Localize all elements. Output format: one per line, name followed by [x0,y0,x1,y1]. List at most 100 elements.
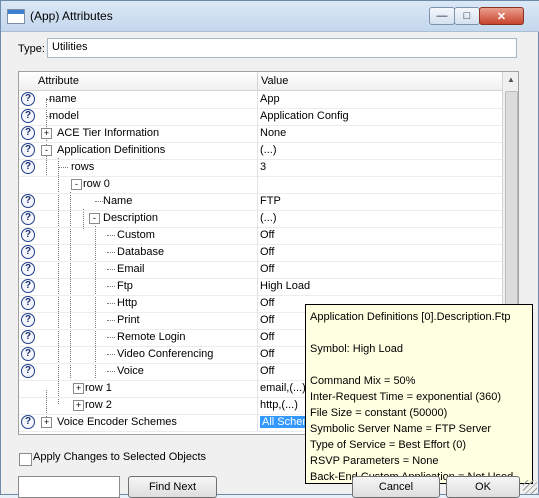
question-icon[interactable]: ? [21,347,35,361]
tooltip-server-name: Symbolic Server Name = FTP Server [310,423,492,435]
attribute-value[interactable]: Off [260,263,274,275]
type-label-text: Type: [18,43,45,55]
resize-grip[interactable] [523,480,537,494]
close-button[interactable]: ✕ [479,7,524,25]
attribute-name: Ftp [117,280,133,292]
question-icon[interactable]: ? [21,228,35,242]
question-icon[interactable]: ? [21,160,35,174]
attribute-value[interactable]: Off [260,297,274,309]
attribute-tooltip: Application Definitions [0].Description.… [305,304,533,484]
question-icon[interactable]: ? [21,109,35,123]
minimize-button[interactable]: — [429,7,455,25]
question-icon[interactable]: ? [21,262,35,276]
cell-divider [257,278,258,295]
attribute-name: Print [117,314,140,326]
attribute-value[interactable]: Off [260,365,274,377]
attribute-name: Name [103,195,133,207]
table-row[interactable]: ? - Description (...) [19,210,502,228]
attribute-value[interactable]: Application Config [260,110,349,122]
table-row[interactable]: ? + ACE Tier Information None [19,125,502,143]
plus-icon[interactable]: + [41,417,52,428]
table-row[interactable]: ? model Application Config [19,108,502,126]
cell-divider [257,329,258,346]
attribute-name: ACE Tier Information [57,127,160,139]
question-icon[interactable]: ? [21,415,35,429]
attribute-name: model [49,110,79,122]
table-row[interactable]: ? Email Off [19,261,502,279]
table-row[interactable]: ? rows 3 [19,159,502,177]
cell-divider [257,414,258,431]
attribute-value[interactable]: Off [260,348,274,360]
table-row[interactable]: ? Name FTP [19,193,502,211]
attribute-value[interactable]: None [260,127,286,139]
attribute-name: Application Definitions [57,144,166,156]
question-icon[interactable]: ? [21,245,35,259]
tree-branch [107,252,115,254]
cell-divider [257,380,258,397]
attribute-name: Video Conferencing [117,348,214,360]
attribute-value[interactable]: FTP [260,195,281,207]
question-icon[interactable]: ? [21,194,35,208]
question-icon[interactable]: ? [21,143,35,157]
attribute-value[interactable]: (...) [260,144,277,156]
cell-divider [257,210,258,227]
table-row[interactable]: ? Database Off [19,244,502,262]
question-icon[interactable]: ? [21,211,35,225]
attribute-value[interactable]: (...) [260,212,277,224]
attribute-name: Voice Encoder Schemes [57,416,177,428]
attribute-name: Http [117,297,138,309]
tree-branch [107,371,115,373]
cell-divider [257,346,258,363]
plus-icon[interactable]: + [73,400,84,411]
cell-divider [257,244,258,261]
attribute-name: rows [71,161,95,173]
table-row[interactable]: ? - Application Definitions (...) [19,142,502,160]
attribute-value[interactable]: Off [260,331,274,343]
apply-checkbox-label[interactable]: Apply Changes to Selected Objects [33,451,206,463]
cell-divider [257,312,258,329]
question-icon[interactable]: ? [21,126,35,140]
cell-divider [257,295,258,312]
attribute-column-header[interactable]: Attribute [38,75,79,87]
type-field[interactable]: Utilities [47,38,517,58]
apply-checkbox[interactable] [19,453,32,466]
attribute-name: Voice [117,365,144,377]
attribute-value[interactable]: App [260,93,280,105]
dialog-window: (App) Attributes — □ ✕ Type: Utilities A… [0,0,539,498]
table-row[interactable]: - row 0 [19,176,502,194]
plus-icon[interactable]: + [73,383,84,394]
window-icon [7,9,25,24]
attribute-value[interactable]: email,(...) [260,382,306,394]
value-column-header[interactable]: Value [261,75,288,87]
table-row[interactable]: ? Custom Off [19,227,502,245]
question-icon[interactable]: ? [21,92,35,106]
attribute-value[interactable]: http,(...) [260,399,298,411]
cell-divider [257,261,258,278]
attribute-name: Database [117,246,165,258]
column-divider[interactable] [257,72,258,90]
question-icon[interactable]: ? [21,279,35,293]
attribute-value[interactable]: High Load [260,280,310,292]
title-bar[interactable]: (App) Attributes — □ ✕ [1,1,539,32]
question-icon[interactable]: ? [21,313,35,327]
table-row[interactable]: ? Ftp High Load [19,278,502,296]
plus-icon[interactable]: + [41,128,52,139]
attribute-value[interactable]: Off [260,229,274,241]
attribute-value[interactable]: 3 [260,161,266,173]
scroll-up-icon[interactable]: ▲ [503,72,518,88]
attribute-value[interactable]: Off [260,246,274,258]
minus-icon[interactable]: - [89,213,100,224]
minus-icon[interactable]: - [41,145,52,156]
tooltip-type-of-service: Type of Service = Best Effort (0) [310,439,467,451]
minus-icon[interactable]: - [71,179,82,190]
attribute-value[interactable]: Off [260,314,274,326]
question-icon[interactable]: ? [21,330,35,344]
maximize-button[interactable]: □ [454,7,480,25]
tooltip-title: Application Definitions [0].Description.… [310,311,511,323]
question-icon[interactable]: ? [21,364,35,378]
table-row[interactable]: ? name App [19,91,502,109]
tree-branch [107,303,115,305]
question-icon[interactable]: ? [21,296,35,310]
attribute-name: Custom [117,229,155,241]
tree-branch [107,337,115,339]
